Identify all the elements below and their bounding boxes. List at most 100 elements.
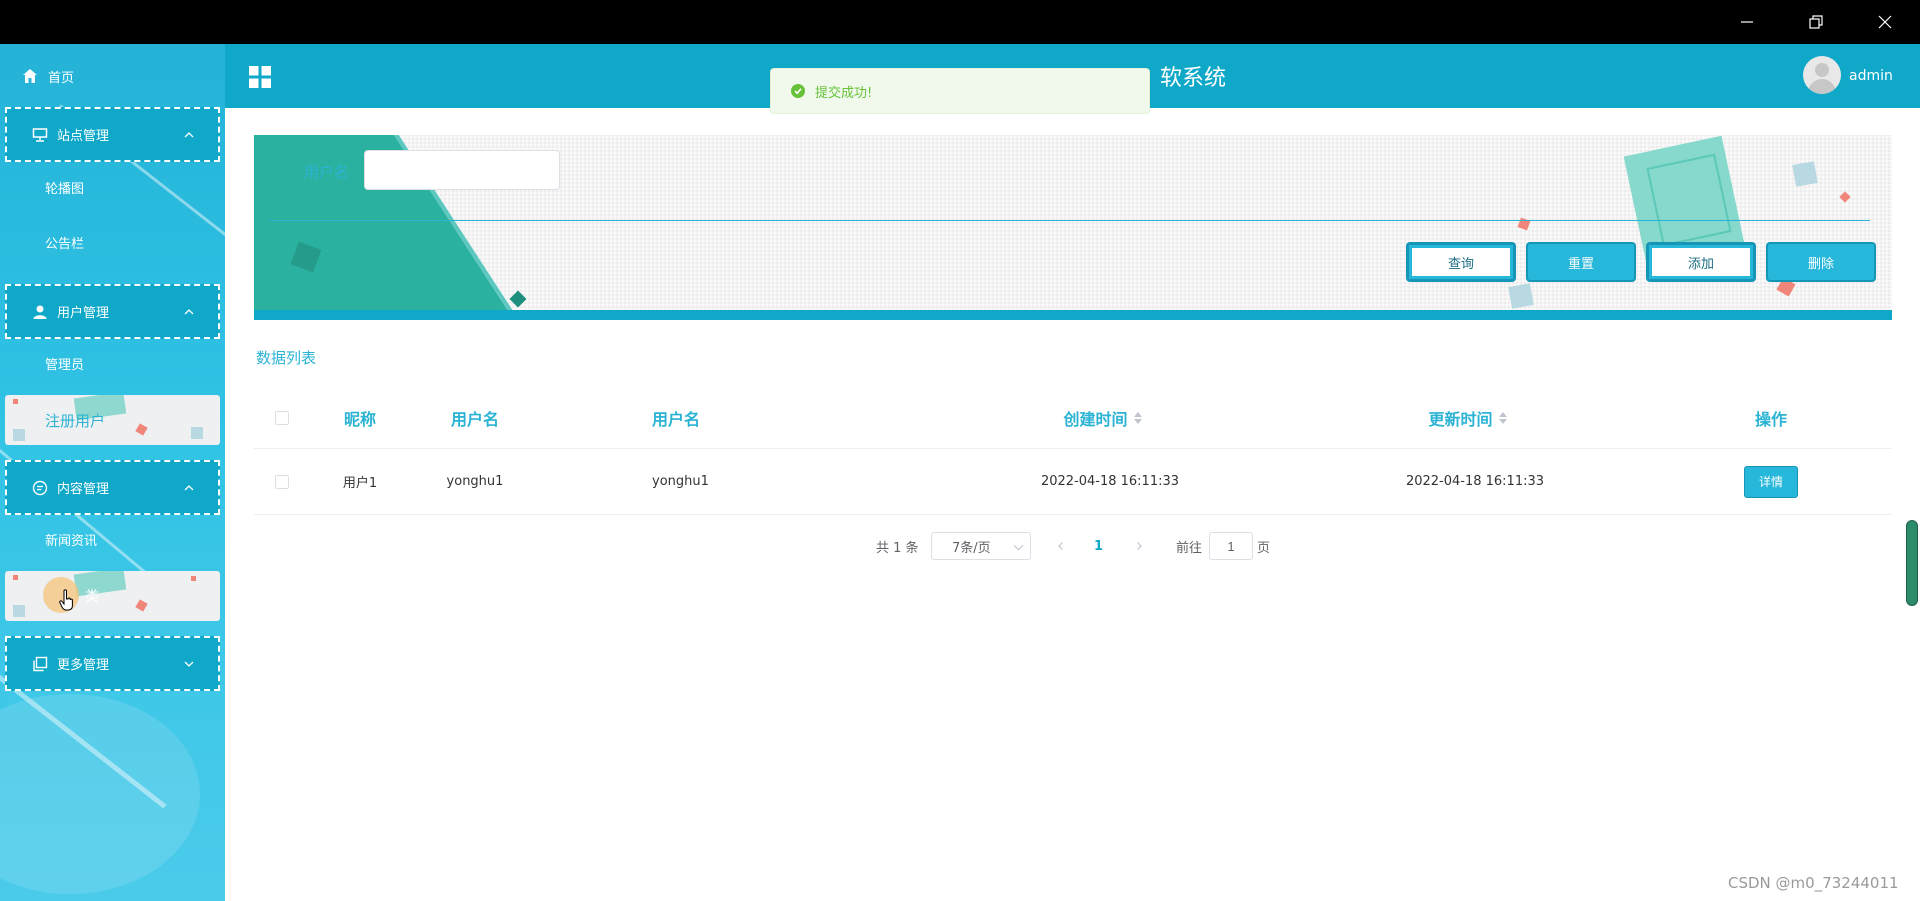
chevron-down-icon bbox=[184, 661, 194, 667]
decoration-square bbox=[13, 429, 25, 441]
column-header-actions: 操作 bbox=[1754, 409, 1787, 429]
close-window-button[interactable] bbox=[1850, 0, 1920, 44]
success-toast: 提交成功! bbox=[770, 68, 1150, 114]
add-button[interactable]: 添加 bbox=[1646, 242, 1756, 282]
minimize-icon bbox=[1741, 21, 1753, 23]
query-button[interactable]: 查询 bbox=[1406, 242, 1516, 282]
column-header-created[interactable]: 创建时间 bbox=[920, 387, 1285, 448]
decoration-square bbox=[13, 575, 18, 580]
add-button-label: 添加 bbox=[1687, 256, 1714, 272]
page-size-select[interactable]: 7条/页 bbox=[931, 532, 1031, 560]
watermark: CSDN @m0_73244011 bbox=[1728, 874, 1899, 892]
close-icon bbox=[1878, 15, 1892, 29]
sidebar-item-news[interactable]: 新闻资讯 bbox=[45, 532, 97, 552]
cell-username: yonghu1 bbox=[446, 474, 504, 489]
row-select-cell bbox=[254, 449, 310, 514]
decoration-square bbox=[1792, 161, 1818, 187]
sidebar-item-admins[interactable]: 管理员 bbox=[45, 356, 84, 376]
chevron-up-icon bbox=[184, 309, 194, 315]
username-search-input[interactable] bbox=[364, 150, 560, 190]
sort-icon[interactable] bbox=[1133, 411, 1142, 424]
detail-button[interactable]: 详情 bbox=[1744, 465, 1798, 498]
avatar-body bbox=[1808, 79, 1836, 94]
column-header-label: 更新时间 bbox=[1428, 409, 1493, 429]
sidebar-item-registered-users[interactable]: 注册用户 bbox=[5, 395, 220, 445]
menu-grid-icon[interactable] bbox=[249, 66, 271, 88]
decoration-square bbox=[135, 423, 148, 436]
decoration-square bbox=[191, 576, 196, 581]
sidebar-group-more[interactable]: 更多管理 bbox=[5, 636, 220, 691]
delete-button-label: 删除 bbox=[1807, 256, 1834, 272]
goto-page-input[interactable] bbox=[1209, 532, 1253, 560]
user-icon bbox=[31, 303, 49, 321]
sidebar-item-notice[interactable]: 公告栏 bbox=[45, 235, 84, 255]
sidebar-group-label: 内容管理 bbox=[57, 482, 110, 497]
search-divider bbox=[270, 220, 1870, 221]
page-title: 软系统 bbox=[1160, 66, 1227, 91]
goto-label: 前往 bbox=[1176, 540, 1203, 556]
column-header-updated[interactable]: 更新时间 bbox=[1285, 387, 1650, 448]
check-circle-icon bbox=[791, 84, 805, 98]
avatar-head bbox=[1815, 63, 1829, 77]
sidebar: 首页 站点管理 轮播图 公告栏 用户管理 管理员 注册用户 内容管理 新闻资讯 bbox=[0, 44, 225, 901]
sidebar-item-carousel[interactable]: 轮播图 bbox=[45, 180, 84, 200]
toast-message: 提交成功! bbox=[815, 85, 873, 101]
restore-icon bbox=[1809, 15, 1823, 29]
decoration-square bbox=[13, 399, 18, 404]
minimize-button[interactable] bbox=[1712, 0, 1782, 44]
prev-page-button[interactable] bbox=[1056, 532, 1066, 560]
pagination-total: 共 1 条 bbox=[876, 540, 919, 556]
row-checkbox[interactable] bbox=[275, 474, 289, 489]
page-number-current[interactable]: 1 bbox=[1094, 532, 1103, 560]
user-name[interactable]: admin bbox=[1849, 68, 1893, 84]
section-title: 数据列表 bbox=[256, 349, 317, 367]
page-size-value: 7条/页 bbox=[952, 540, 991, 556]
page-suffix: 页 bbox=[1257, 540, 1271, 556]
sort-icon[interactable] bbox=[1498, 411, 1507, 424]
sidebar-item-news-category[interactable]: 类 bbox=[5, 571, 220, 621]
column-header-nickname: 昵称 bbox=[343, 409, 376, 429]
delete-button[interactable]: 删除 bbox=[1766, 242, 1876, 282]
query-button-label: 查询 bbox=[1447, 256, 1474, 272]
scrollbar-thumb[interactable] bbox=[1906, 520, 1918, 606]
sidebar-group-label: 更多管理 bbox=[57, 658, 110, 673]
window-titlebar bbox=[0, 0, 1920, 44]
cell-username-2: yonghu1 bbox=[652, 474, 709, 489]
restore-button[interactable] bbox=[1781, 0, 1851, 44]
sidebar-group-label: 站点管理 bbox=[57, 129, 110, 144]
hand-cursor-icon bbox=[59, 589, 73, 611]
chevron-up-icon bbox=[184, 132, 194, 138]
sidebar-item-label: 首页 bbox=[48, 70, 75, 86]
cell-created: 2022-04-18 16:11:33 bbox=[1040, 474, 1180, 489]
cell-nickname: 用户1 bbox=[342, 476, 378, 491]
sidebar-group-users[interactable]: 用户管理 bbox=[5, 284, 220, 339]
avatar[interactable] bbox=[1803, 56, 1841, 94]
chevron-right-icon bbox=[1137, 542, 1142, 550]
column-header-username-2: 用户名 bbox=[652, 409, 701, 429]
reset-button[interactable]: 重置 bbox=[1526, 242, 1636, 282]
decoration-square bbox=[13, 605, 25, 617]
chevron-down-icon bbox=[1013, 540, 1024, 551]
decoration-square bbox=[1508, 283, 1534, 309]
decoration-square bbox=[509, 290, 527, 308]
sidebar-group-content[interactable]: 内容管理 bbox=[5, 460, 220, 515]
sidebar-item-label: 注册用户 bbox=[45, 412, 106, 430]
decoration-square bbox=[73, 571, 127, 597]
chat-icon bbox=[31, 479, 49, 497]
column-header-label: 创建时间 bbox=[1063, 409, 1128, 429]
copy-icon bbox=[31, 655, 49, 673]
username-label: 用户名 bbox=[304, 163, 350, 181]
search-panel: 用户名 查询 重置 添加 删除 bbox=[254, 135, 1892, 320]
chevron-left-icon bbox=[1058, 542, 1063, 550]
select-all-cell bbox=[254, 387, 310, 448]
sidebar-group-site[interactable]: 站点管理 bbox=[5, 107, 220, 162]
column-header-username: 用户名 bbox=[450, 409, 499, 429]
cell-actions: 详情 bbox=[1650, 449, 1892, 514]
sidebar-item-home[interactable]: 首页 bbox=[22, 66, 74, 86]
table-header: 昵称 用户名 用户名 创建时间 更新时间 操作 bbox=[254, 387, 1892, 449]
reset-button-label: 重置 bbox=[1567, 256, 1594, 272]
select-all-checkbox[interactable] bbox=[275, 410, 289, 425]
next-page-button[interactable] bbox=[1134, 532, 1144, 560]
table-row: 用户1 yonghu1 yonghu1 2022-04-18 16:11:33 … bbox=[254, 449, 1892, 515]
decoration-square bbox=[135, 599, 148, 612]
